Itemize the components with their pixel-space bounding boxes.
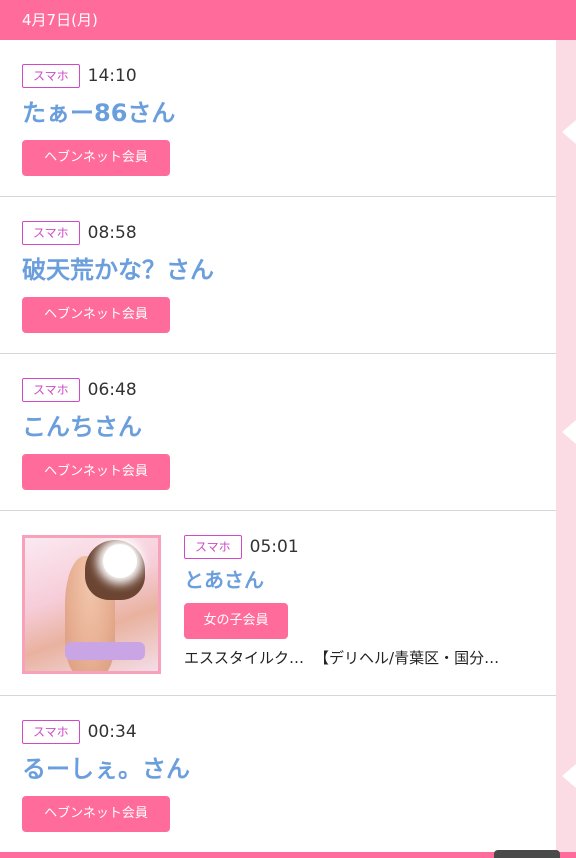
shop-area: 【デリヘル/青葉区・国分… bbox=[314, 649, 500, 667]
device-badge: スマホ bbox=[22, 64, 80, 88]
shop-name[interactable]: エススタイルク… bbox=[184, 647, 304, 668]
device-badge: スマホ bbox=[22, 221, 80, 245]
visitor-name[interactable]: とあさん bbox=[184, 567, 499, 593]
visitor-name[interactable]: たぁー86さん bbox=[22, 98, 556, 128]
visitor-name[interactable]: るーしぇ。さん bbox=[22, 754, 556, 784]
list-item[interactable]: スマホ 00:34 るーしぇ。さん ヘブンネット会員 bbox=[0, 696, 556, 853]
post-time: 08:58 bbox=[87, 223, 137, 243]
member-badge: ヘブンネット会員 bbox=[22, 140, 170, 176]
date-header: 4月7日(月) bbox=[0, 0, 576, 40]
list-item[interactable]: スマホ 05:01 とあさん 女の子会員 エススタイルク… 【デリヘル/青葉区・… bbox=[0, 511, 556, 696]
profile-photo[interactable] bbox=[22, 535, 161, 674]
visit-feed: スマホ 14:10 たぁー86さん ヘブンネット会員 スマホ 08:58 破天荒… bbox=[0, 40, 556, 853]
list-item[interactable]: スマホ 08:58 破天荒かな？さん ヘブンネット会員 bbox=[0, 197, 556, 354]
visitor-name[interactable]: こんちさん bbox=[22, 412, 556, 442]
device-badge: スマホ bbox=[22, 720, 80, 744]
post-time: 06:48 bbox=[87, 380, 137, 400]
list-item[interactable]: スマホ 14:10 たぁー86さん ヘブンネット会員 bbox=[0, 40, 556, 197]
member-badge: 女の子会員 bbox=[184, 603, 288, 639]
bottom-bar bbox=[0, 852, 576, 858]
post-time: 00:34 bbox=[87, 722, 137, 742]
visitor-name[interactable]: 破天荒かな？さん bbox=[22, 255, 556, 285]
bottom-tab[interactable] bbox=[494, 850, 560, 858]
member-badge: ヘブンネット会員 bbox=[22, 454, 170, 490]
device-badge: スマホ bbox=[22, 378, 80, 402]
post-time: 14:10 bbox=[87, 66, 137, 86]
post-time: 05:01 bbox=[249, 537, 299, 557]
member-badge: ヘブンネット会員 bbox=[22, 796, 170, 832]
list-item[interactable]: スマホ 06:48 こんちさん ヘブンネット会員 bbox=[0, 354, 556, 511]
side-decoration bbox=[556, 40, 576, 858]
device-badge: スマホ bbox=[184, 535, 242, 559]
member-badge: ヘブンネット会員 bbox=[22, 297, 170, 333]
